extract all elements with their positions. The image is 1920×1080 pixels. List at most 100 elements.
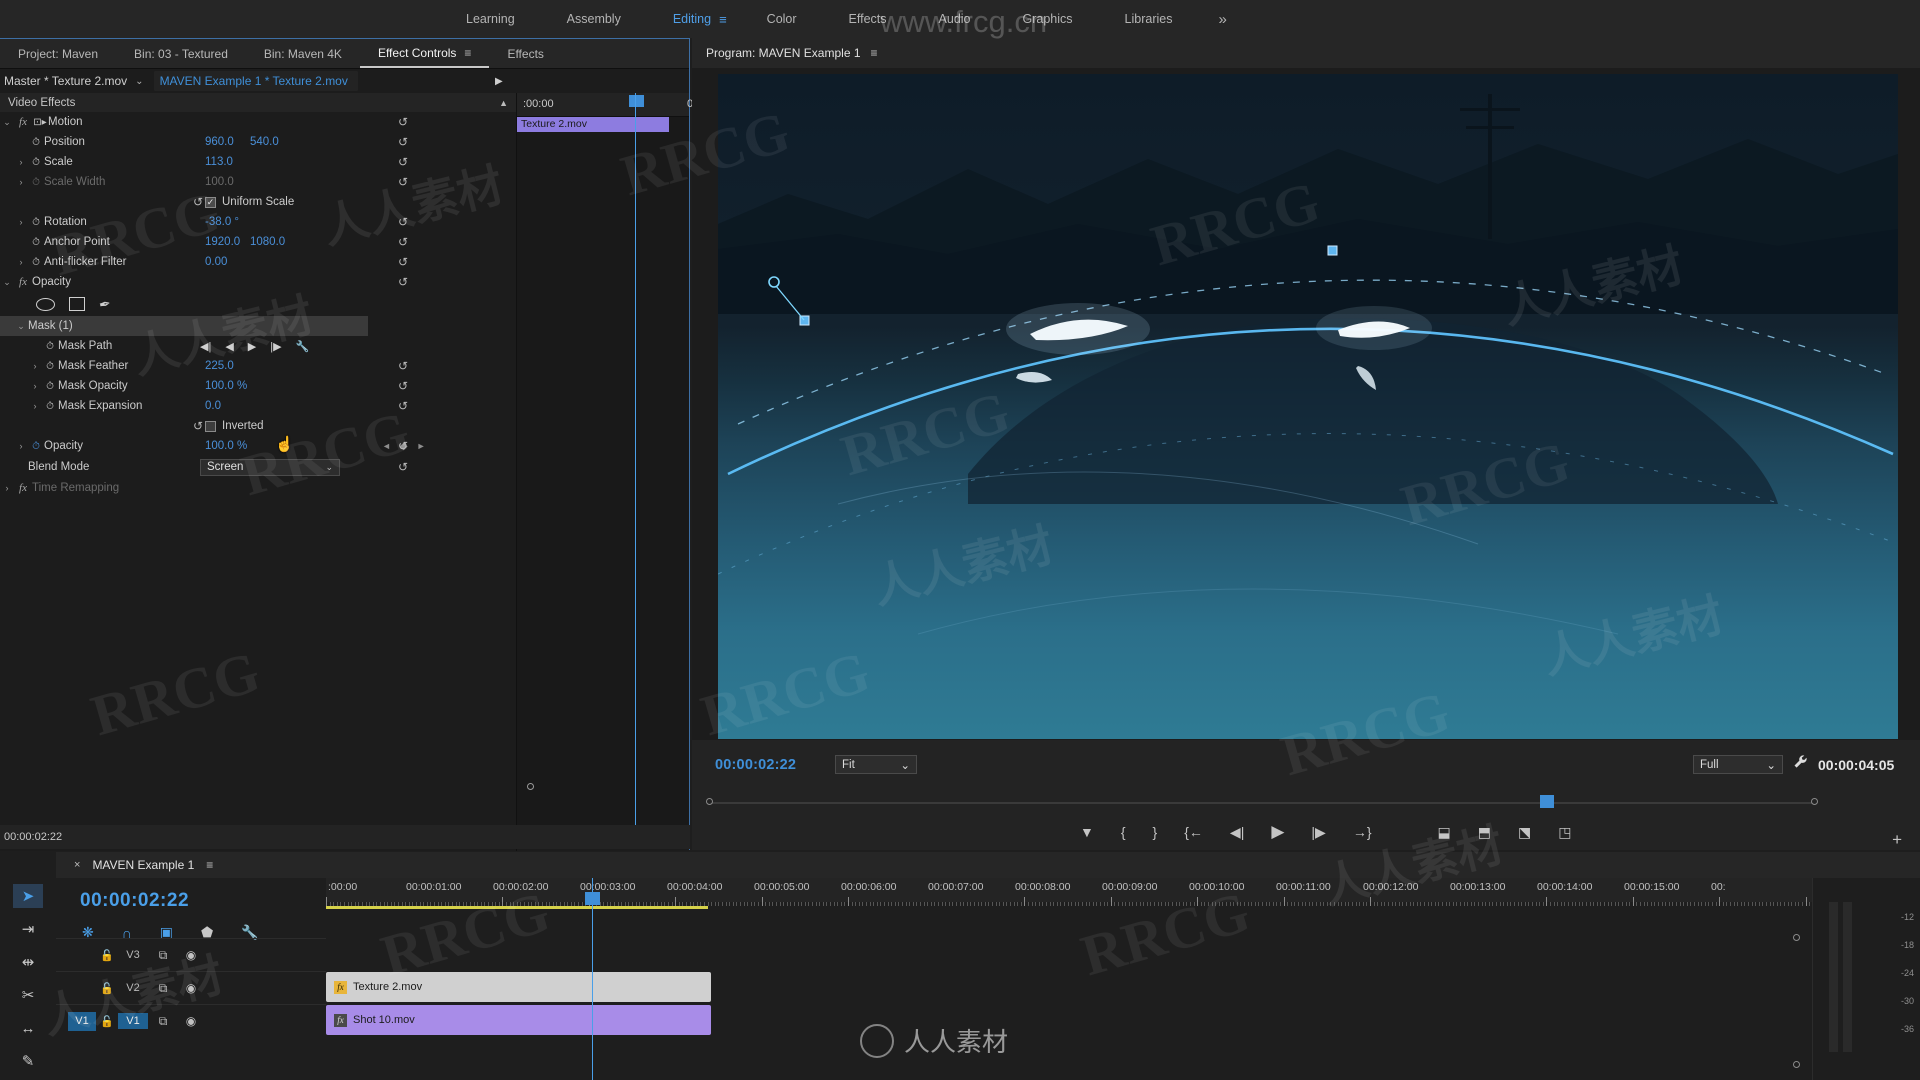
sync-lock-icon[interactable]: ⧉	[148, 1014, 178, 1029]
chevron-right-icon[interactable]: ›	[14, 257, 28, 267]
ellipse-mask-icon[interactable]	[36, 297, 55, 311]
stopwatch-icon[interactable]: ⏱	[28, 217, 44, 228]
step-forward-icon[interactable]: |▶	[1311, 824, 1325, 841]
mark-out-icon[interactable]: }	[1153, 824, 1158, 840]
collapse-icon[interactable]: ▲	[499, 98, 508, 108]
zoom-level-select[interactable]: Fit ⌄	[835, 755, 917, 774]
pen-mask-icon[interactable]: ✒	[97, 294, 112, 313]
reset-icon[interactable]: ↺	[398, 175, 408, 189]
param-scale[interactable]: › ⏱ Scale 113.0 ↺	[0, 152, 516, 172]
timeline-zoom-handle-bottom[interactable]	[1793, 1061, 1800, 1068]
mini-timeline-playhead-knob[interactable]	[629, 95, 644, 107]
workspace-tab-assembly[interactable]: Assembly	[541, 0, 647, 38]
track-target-toggle[interactable]: V1	[68, 1011, 96, 1031]
stopwatch-icon[interactable]: ⏱	[28, 257, 44, 268]
param-value-y[interactable]: 1080.0	[250, 236, 285, 248]
export-frame-icon[interactable]: ⬔	[1518, 824, 1531, 841]
track-select-forward-tool[interactable]: ⇥	[13, 917, 43, 941]
timeline-work-area-bar[interactable]	[326, 906, 708, 909]
effect-controls-mini-timeline[interactable]: :00:00 0 Texture 2.mov ⊟ ⊞	[517, 93, 693, 851]
chevron-right-icon[interactable]: ›	[14, 441, 28, 451]
chevron-right-icon[interactable]: ›	[14, 177, 28, 187]
reset-icon[interactable]: ↺	[398, 255, 408, 269]
param-anti-flicker-filter[interactable]: › ⏱ Anti-flicker Filter 0.00 ↺	[0, 252, 516, 272]
uniform-scale-checkbox[interactable]: ✓	[205, 196, 216, 208]
lock-icon[interactable]: 🔓	[96, 949, 118, 962]
workspace-tab-graphics[interactable]: Graphics	[997, 0, 1099, 38]
reset-icon[interactable]: ↺	[398, 460, 408, 474]
chevron-down-icon[interactable]: ⌄	[0, 117, 14, 128]
workspace-tab-libraries[interactable]: Libraries	[1099, 0, 1199, 38]
timeline-zoom-handle-right[interactable]	[1793, 934, 1800, 941]
lock-icon[interactable]: 🔓	[96, 1015, 118, 1028]
program-monitor-video[interactable]	[718, 74, 1898, 739]
track-output-eye-icon[interactable]: ◉	[178, 948, 204, 962]
scrubber-zoom-handle-right[interactable]	[1811, 798, 1818, 805]
inverted-checkbox[interactable]	[205, 420, 216, 432]
param-value[interactable]: -38.0 °	[205, 216, 239, 228]
chevron-right-icon[interactable]: ›	[28, 361, 42, 371]
reset-icon[interactable]: ↺	[398, 439, 408, 453]
effect-group-opacity[interactable]: ⌄ fx Opacity ↺	[0, 272, 516, 292]
reset-icon[interactable]: ↺	[398, 135, 408, 149]
param-value[interactable]: 225.0	[205, 360, 234, 372]
chevron-down-icon[interactable]: ⌄	[14, 321, 28, 332]
track-header-v3[interactable]: 🔓 V3 ⧉ ◉	[56, 938, 326, 971]
close-icon[interactable]: ×	[74, 859, 80, 871]
mini-timeline-handle-left[interactable]	[527, 783, 534, 790]
reset-icon[interactable]: ↺	[193, 419, 203, 433]
master-clip-label[interactable]: Master * Texture 2.mov	[4, 74, 135, 88]
ripple-edit-tool[interactable]: ⇹	[13, 950, 43, 974]
stopwatch-icon[interactable]: ⏱	[42, 401, 58, 412]
stopwatch-icon[interactable]: ⏱	[42, 341, 58, 352]
reset-icon[interactable]: ↺	[193, 195, 203, 209]
stopwatch-icon[interactable]: ⏱	[28, 137, 44, 148]
mini-timeline-ruler[interactable]: :00:00 0	[517, 93, 693, 117]
chevron-right-icon[interactable]: ›	[0, 483, 14, 493]
razor-tool[interactable]: ✂	[13, 983, 43, 1007]
lock-icon[interactable]: 🔓	[96, 982, 118, 995]
param-value-x[interactable]: 1920.0	[205, 236, 240, 248]
reset-icon[interactable]: ↺	[398, 155, 408, 169]
panel-menu-icon[interactable]: ≡	[206, 858, 213, 872]
mask-1-header[interactable]: ⌄ Mask (1)	[0, 316, 368, 336]
pen-tool[interactable]: ✎	[13, 1049, 43, 1073]
effect-group-motion[interactable]: ⌄ fx ⊡▸ Motion ↺	[0, 112, 516, 132]
param-value-x[interactable]: 960.0	[205, 136, 234, 148]
reset-icon[interactable]: ↺	[398, 379, 408, 393]
workspace-menu-icon[interactable]: ≡	[719, 0, 741, 38]
add-marker-icon[interactable]: ▼	[1080, 824, 1094, 840]
mini-timeline-clip[interactable]: Texture 2.mov	[517, 117, 669, 132]
param-mask-path[interactable]: ⏱ Mask Path ◀| ◀ ▶ |▶ 🔧	[0, 336, 516, 356]
param-value[interactable]: 100.0 %	[205, 440, 247, 452]
panel-menu-icon[interactable]: ≡	[464, 46, 471, 60]
step-back-icon[interactable]: ◀|	[1230, 824, 1244, 841]
blend-mode-select[interactable]: Screen ⌄	[200, 458, 340, 476]
stopwatch-icon[interactable]: ⏱	[28, 237, 44, 248]
mark-in-icon[interactable]: {	[1121, 824, 1126, 840]
go-to-out-icon[interactable]: →}	[1353, 824, 1372, 840]
sync-lock-icon[interactable]: ⧉	[148, 948, 178, 963]
next-keyframe-icon[interactable]: ▶	[248, 340, 256, 353]
sync-lock-icon[interactable]: ⧉	[148, 981, 178, 996]
track-target-toggle[interactable]	[68, 946, 96, 965]
mask-tracking-settings-icon[interactable]: 🔧	[296, 340, 310, 353]
timeline-tab-label[interactable]: MAVEN Example 1	[92, 858, 194, 872]
scrubber-track[interactable]	[712, 802, 1812, 804]
timeline-clip-texture-2[interactable]: fx Texture 2.mov	[326, 972, 711, 1002]
workspace-tab-audio[interactable]: Audio	[913, 0, 997, 38]
reset-icon[interactable]: ↺	[398, 399, 408, 413]
chevron-right-icon[interactable]: ›	[14, 217, 28, 227]
reset-icon[interactable]: ↺	[398, 359, 408, 373]
effect-group-time-remapping[interactable]: › fx Time Remapping	[0, 478, 516, 498]
prev-keyframe-step-icon[interactable]: ◀|	[200, 340, 211, 353]
workspace-tab-effects[interactable]: Effects	[823, 0, 913, 38]
comparison-view-icon[interactable]: ◳	[1558, 824, 1571, 841]
extract-icon[interactable]: ⬒	[1478, 824, 1491, 841]
stopwatch-icon[interactable]: ⏱	[42, 361, 58, 372]
param-mask-opacity[interactable]: › ⏱ Mask Opacity 100.0 % ↺	[0, 376, 516, 396]
prev-keyframe-icon[interactable]: ◀	[225, 340, 233, 353]
stopwatch-icon[interactable]: ⏱	[28, 441, 44, 452]
tab-bin-03-textured[interactable]: Bin: 03 - Textured	[116, 39, 246, 68]
reset-icon[interactable]: ↺	[398, 115, 408, 129]
